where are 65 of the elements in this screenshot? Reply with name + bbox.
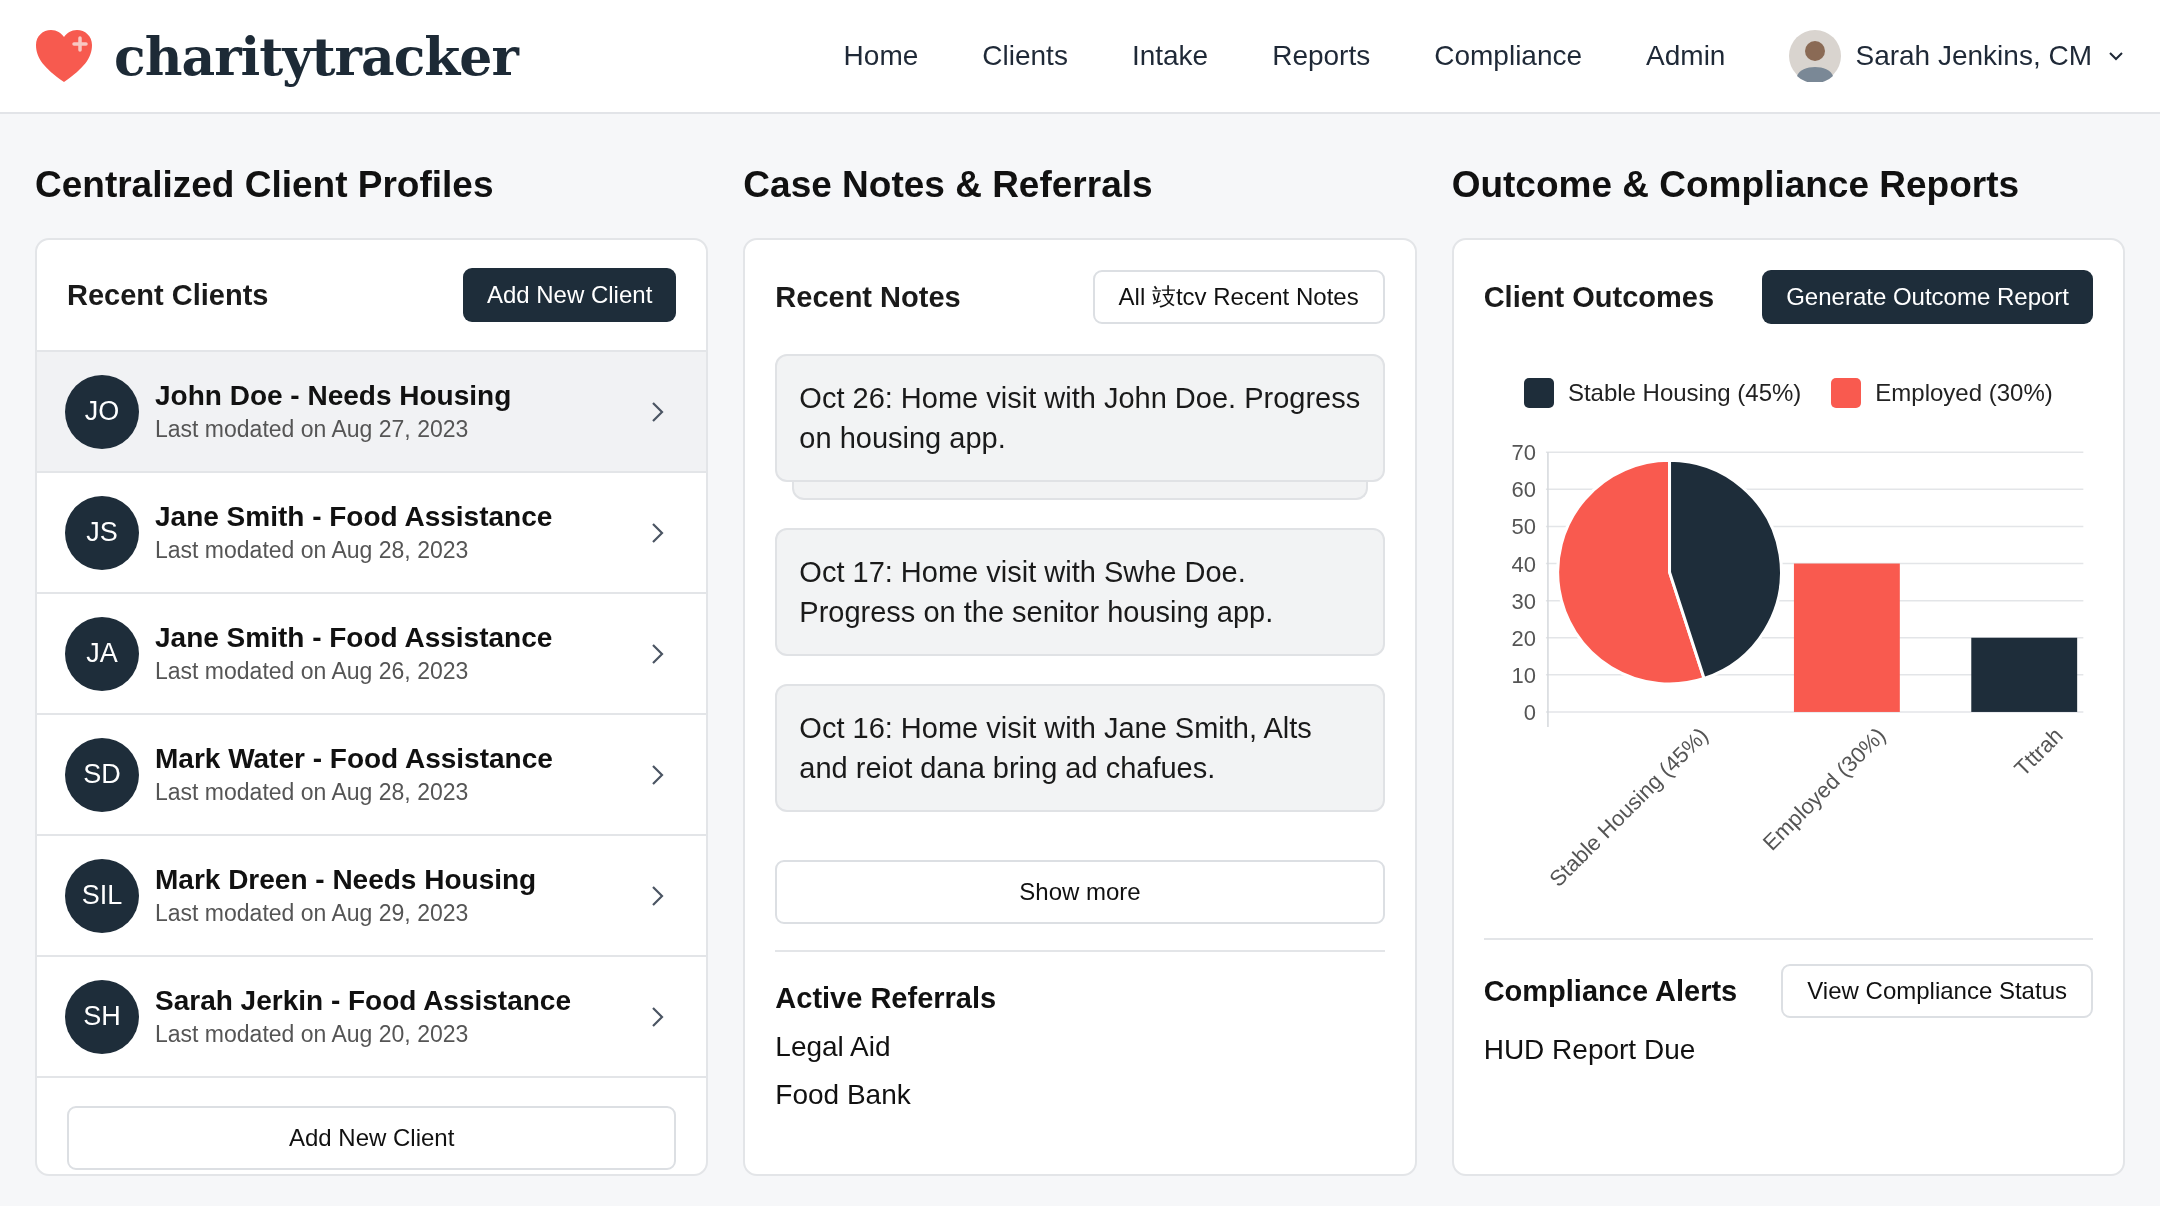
client-row[interactable]: SH Sarah Jerkin - Food Assistance Last modated on Aug 20, 2023 xyxy=(37,957,707,1078)
client-name: Sarah Jerkin - Food Assistance xyxy=(155,985,572,1017)
card-title: Client Outcomes xyxy=(1483,280,1715,314)
y-tick-label: 60 xyxy=(1511,477,1536,503)
initials-avatar: JA xyxy=(65,616,139,691)
add-client-button[interactable]: Add New Client xyxy=(462,268,677,322)
note-text: Oct 26: Home visit with John Doe. Progress on housing app. xyxy=(799,382,1361,454)
note-card[interactable]: Oct 26: Home visit with John Doe. Progress on housing app. xyxy=(775,354,1385,482)
nav-link[interactable]: Home xyxy=(843,40,919,72)
initials-avatar: JO xyxy=(65,374,139,449)
compliance-status-button[interactable]: View Compliance Status xyxy=(1781,964,2093,1018)
add-client-button[interactable]: Add New Client xyxy=(67,1106,677,1170)
client-name: Mark Dreen - Needs Housing xyxy=(155,864,538,896)
note-card[interactable]: Oct 17: Home visit with Swhe Doe. Progress on the senitor housing app. xyxy=(775,528,1385,656)
initials-avatar: SH xyxy=(65,979,139,1054)
nav-link[interactable]: Intake xyxy=(1131,40,1209,72)
initials-avatar: JS xyxy=(65,495,139,570)
card-title: Recent Clients xyxy=(67,278,269,312)
modified-date: Last modated on Aug 28, 2023 xyxy=(155,537,470,564)
legend-label: Stable Housing (45%) xyxy=(1567,379,1802,407)
note-text: Oct 17: Home visit with Swhe Doe. Progress on the senitor housing app. xyxy=(799,556,1274,628)
logo-text: charitytracker xyxy=(114,25,518,87)
show-more-button[interactable]: Show more xyxy=(775,860,1385,924)
modified-date: Last modated on Aug 28, 2023 xyxy=(155,779,470,806)
y-tick-label: 30 xyxy=(1511,588,1536,614)
y-tick-label: 0 xyxy=(1523,699,1536,725)
client-name: Jane Smith - Food Assistance xyxy=(155,622,554,654)
card-title: Recent Notes xyxy=(775,280,961,314)
user-name[interactable]: Sarah Jenkins, CM xyxy=(1855,40,2092,72)
nav-link[interactable]: Compliance xyxy=(1434,40,1583,72)
referrals-title: Active Referrals xyxy=(775,982,998,1015)
legend-label: Employed (30%) xyxy=(1875,379,2053,407)
client-row[interactable]: JS Jane Smith - Food Assistance Last modated on Aug 28, 2023 xyxy=(37,473,707,594)
client-row[interactable]: SIL Mark Dreen - Needs Housing Last modated on Aug 29, 2023 xyxy=(37,836,707,957)
generate-report-button[interactable]: Generate Outcome Report xyxy=(1762,270,2093,324)
modified-date: Last modated on Aug 27, 2023 xyxy=(155,416,470,443)
modified-date: Last modated on Aug 29, 2023 xyxy=(155,900,470,927)
client-row[interactable]: JA Jane Smith - Food Assistance Last modated on Aug 26, 2023 xyxy=(37,594,707,715)
client-row[interactable]: JO John Doe - Needs Housing Last modated on Aug 27, 2023 xyxy=(37,352,707,473)
initials-avatar: SD xyxy=(65,737,139,812)
y-tick-label: 20 xyxy=(1511,625,1536,651)
section-title: Case Notes & Referrals xyxy=(743,164,1154,207)
client-name: John Doe - Needs Housing xyxy=(155,380,513,412)
initials-avatar: SIL xyxy=(65,858,139,933)
referral-item[interactable]: Legal Aid xyxy=(775,1031,1385,1063)
section-title: Outcome & Compliance Reports xyxy=(1451,164,2021,207)
alert-item[interactable]: HUD Report Due xyxy=(1483,1034,2093,1066)
note-text: Oct 16: Home visit with Jane Smith, Alts and reiot dana bring ad chafues. xyxy=(799,712,1312,784)
nav-link[interactable]: Clients xyxy=(982,40,1068,72)
alerts-title: Compliance Alerts xyxy=(1483,974,1738,1008)
client-name: Mark Water - Food Assistance xyxy=(155,743,554,775)
note-card[interactable]: Oct 16: Home visit with Jane Smith, Alts and reiot dana bring ad chafues. xyxy=(775,684,1385,812)
nav-link[interactable]: Reports xyxy=(1272,40,1371,72)
y-tick-label: 10 xyxy=(1511,662,1536,688)
client-row[interactable]: SD Mark Water - Food Assistance Last modated on Aug 28, 2023 xyxy=(37,715,707,836)
y-tick-label: 70 xyxy=(1511,440,1536,466)
nav-link[interactable]: Admin xyxy=(1646,40,1726,72)
modified-date: Last modated on Aug 26, 2023 xyxy=(155,658,470,685)
referral-item[interactable]: Food Bank xyxy=(775,1079,1385,1111)
modified-date: Last modated on Aug 20, 2023 xyxy=(155,1021,470,1048)
y-tick-label: 40 xyxy=(1511,551,1536,577)
y-tick-label: 50 xyxy=(1511,514,1536,540)
all-notes-button[interactable]: All 攱tcv Recent Notes xyxy=(1092,270,1385,324)
client-name: Jane Smith - Food Assistance xyxy=(155,501,554,533)
section-title: Centralized Client Profiles xyxy=(35,164,495,207)
